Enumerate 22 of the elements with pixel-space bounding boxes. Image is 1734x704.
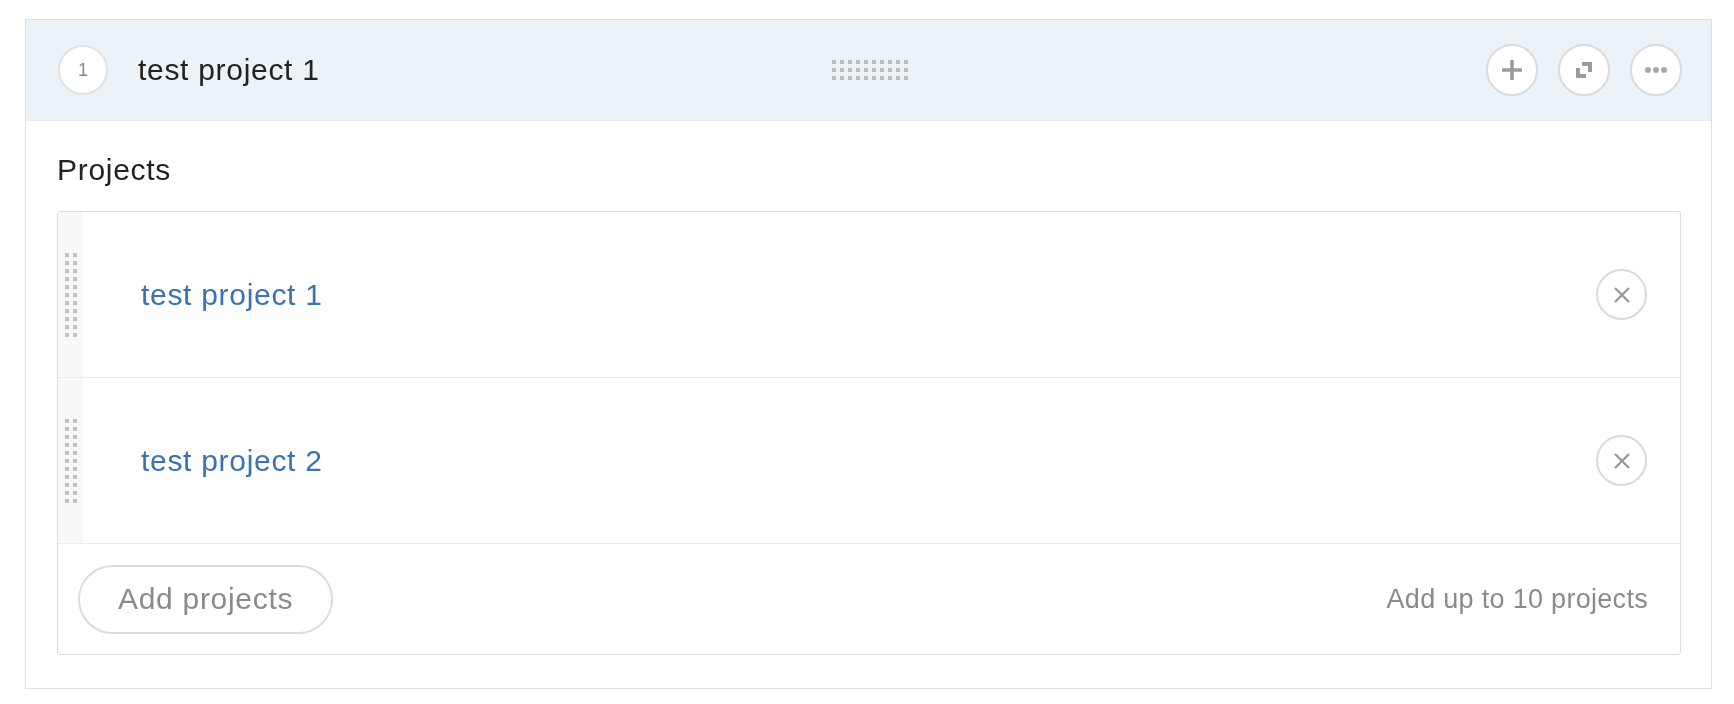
remove-button[interactable] xyxy=(1596,435,1647,486)
project-link[interactable]: test project 1 xyxy=(141,277,323,312)
close-icon xyxy=(1613,452,1630,469)
grip-icon xyxy=(64,418,77,503)
expand-icon xyxy=(1574,60,1594,80)
add-button[interactable] xyxy=(1486,44,1538,96)
plus-icon xyxy=(1502,60,1522,80)
drag-handle-icon[interactable] xyxy=(832,60,908,80)
close-icon xyxy=(1613,286,1630,303)
project-link[interactable]: test project 2 xyxy=(141,443,323,478)
block-number: 1 xyxy=(58,45,108,95)
more-button[interactable] xyxy=(1630,44,1682,96)
block-title: test project 1 xyxy=(138,53,320,87)
drag-handle[interactable] xyxy=(58,378,83,543)
more-icon xyxy=(1645,67,1667,73)
add-projects-button[interactable]: Add projects xyxy=(78,564,334,634)
remove-button[interactable] xyxy=(1596,269,1647,320)
grip-icon xyxy=(64,252,77,337)
field-label: Projects xyxy=(57,153,171,187)
limit-note: Add up to 10 projects xyxy=(1386,583,1648,615)
drag-handle[interactable] xyxy=(58,212,83,377)
expand-button[interactable] xyxy=(1558,44,1610,96)
